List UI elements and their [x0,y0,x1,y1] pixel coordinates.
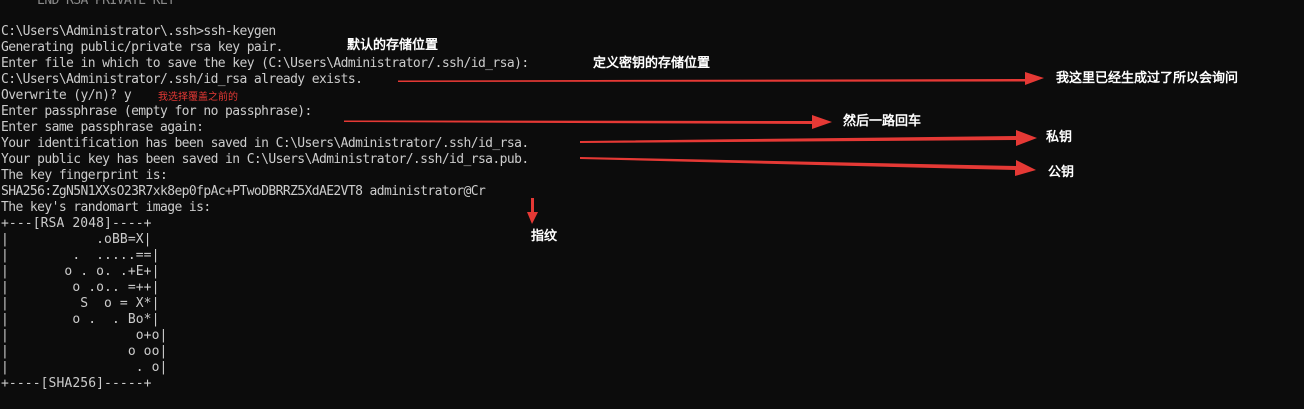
annotation-private-key: 私钥 [1046,130,1073,145]
annotation-public-key: 公钥 [1048,165,1075,180]
arrow-right-icon [398,72,1044,85]
annotation-custom-location: 定义密钥的存储位置 [593,56,711,71]
annotation-already-generated: 我这里已经生成过了所以会询问 [1056,71,1239,86]
annotation-fingerprint: 指纹 [531,229,558,244]
arrow-right-icon [580,157,1036,176]
arrow-down-icon [527,198,538,224]
terminal-window[interactable]: END RSA PRIVATE KEY C:\Users\Administrat… [0,0,1304,409]
arrow-right-icon [344,115,832,129]
annotation-overwrite-choice: 我选择覆盖之前的 [158,92,238,103]
arrow-right-icon [580,130,1037,146]
annotation-press-enter: 然后一路回车 [843,114,922,129]
annotation-default-location: 默认的存储位置 [347,38,439,53]
